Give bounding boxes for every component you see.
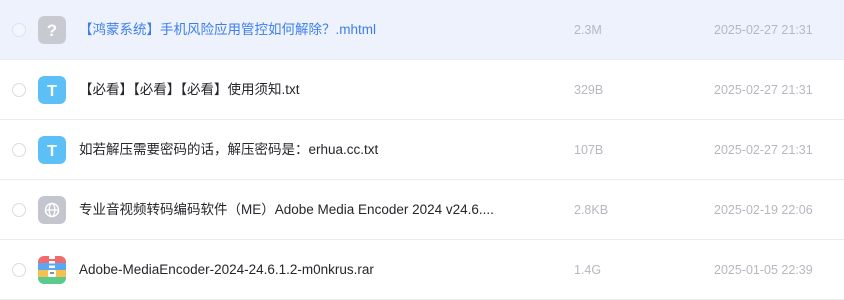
file-row[interactable]: T 【必看】【必看】【必看】使用须知.txt 329B 2025-02-27 2… [0, 60, 844, 120]
file-size: 107B [574, 143, 604, 157]
svg-text:T: T [47, 83, 57, 100]
unknown-file-icon: ? [38, 16, 66, 44]
text-file-icon: T [38, 136, 66, 164]
text-file-icon: T [38, 76, 66, 104]
file-date: 2025-02-27 21:31 [714, 143, 813, 157]
file-date: 2025-02-27 21:31 [714, 83, 813, 97]
file-row[interactable]: 专业音视频转码编码软件（ME）Adobe Media Encoder 2024 … [0, 180, 844, 240]
file-name[interactable]: 专业音视频转码编码软件（ME）Adobe Media Encoder 2024 … [79, 201, 519, 219]
row-checkbox[interactable] [12, 83, 26, 97]
svg-text:?: ? [47, 21, 57, 40]
file-name[interactable]: 如若解压需要密码的话，解压密码是：erhua.cc.txt [79, 141, 519, 159]
file-row[interactable]: T 如若解压需要密码的话，解压密码是：erhua.cc.txt 107B 202… [0, 120, 844, 180]
file-name[interactable]: 【必看】【必看】【必看】使用须知.txt [79, 81, 519, 99]
web-link-icon [38, 196, 66, 224]
file-row[interactable]: Adobe-MediaEncoder-2024-24.6.1.2-m0nkrus… [0, 240, 844, 300]
file-list: ? 【鸿蒙系统】手机风险应用管控如何解除？.mhtml 2.3M 2025-02… [0, 0, 844, 300]
file-date: 2025-01-05 22:39 [714, 263, 813, 277]
file-row[interactable]: ? 【鸿蒙系统】手机风险应用管控如何解除？.mhtml 2.3M 2025-02… [0, 0, 844, 60]
file-name[interactable]: 【鸿蒙系统】手机风险应用管控如何解除？.mhtml [79, 21, 519, 39]
row-checkbox[interactable] [12, 143, 26, 157]
file-size: 2.8KB [574, 203, 609, 217]
row-checkbox[interactable] [12, 23, 26, 37]
archive-file-icon [38, 256, 66, 284]
svg-text:T: T [47, 143, 57, 160]
file-date: 2025-02-19 22:06 [714, 203, 813, 217]
file-size: 2.3M [574, 23, 602, 37]
row-checkbox[interactable] [12, 263, 26, 277]
row-checkbox[interactable] [12, 203, 26, 217]
file-name[interactable]: Adobe-MediaEncoder-2024-24.6.1.2-m0nkrus… [79, 261, 519, 279]
file-size: 329B [574, 83, 604, 97]
file-size: 1.4G [574, 263, 602, 277]
file-date: 2025-02-27 21:31 [714, 23, 813, 37]
